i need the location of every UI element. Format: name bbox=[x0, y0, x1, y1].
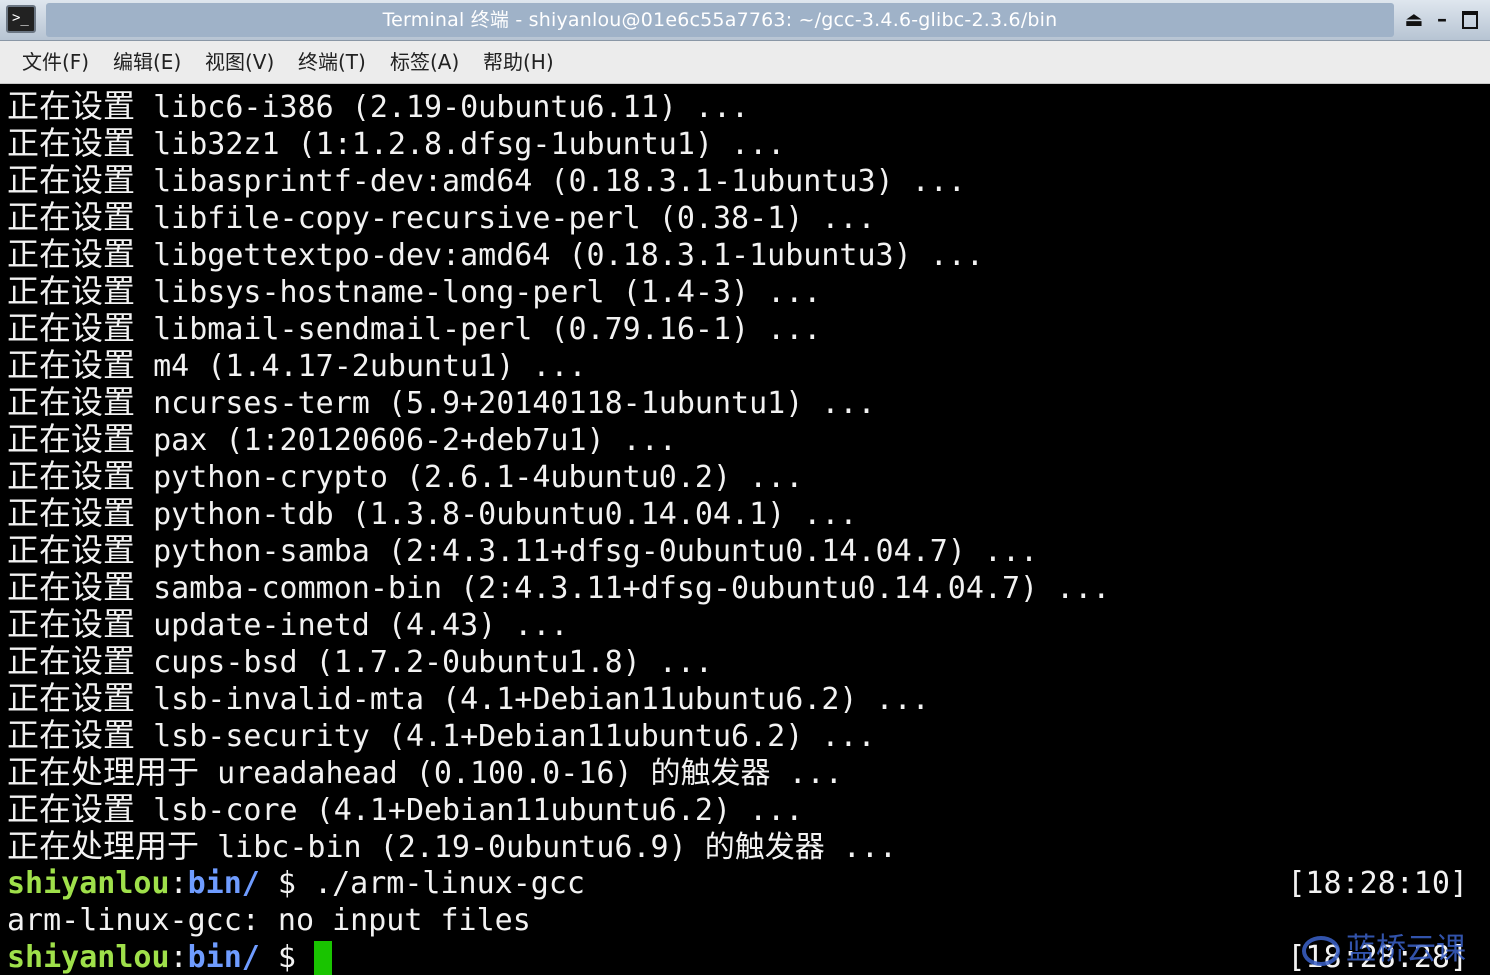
output-line: 正在设置 m4 (1.4.17-2ubuntu1) ... bbox=[7, 346, 587, 385]
prompt-symbol: $ bbox=[259, 866, 315, 901]
window-title: Terminal 终端 - shiyanlou@01e6c55a7763: ~/… bbox=[46, 3, 1394, 37]
prompt-glyph-icon: >_ bbox=[12, 10, 29, 26]
output-line: 正在设置 libmail-sendmail-perl (0.79.16-1) .… bbox=[7, 309, 822, 348]
output-line: 正在设置 libgettextpo-dev:amd64 (0.18.3.1-1u… bbox=[7, 235, 984, 274]
prompt-dir: bin/ bbox=[187, 866, 260, 901]
output-line: 正在设置 python-crypto (2.6.1-4ubuntu0.2) ..… bbox=[7, 457, 804, 496]
output-line: 正在设置 lib32z1 (1:1.2.8.dfsg-1ubuntu1) ... bbox=[7, 124, 786, 163]
prompt-separator: : bbox=[169, 940, 188, 975]
prompt-symbol: $ bbox=[259, 940, 315, 975]
active-prompt-line[interactable]: shiyanlou:bin/ $ bbox=[7, 939, 333, 975]
output-line: 正在设置 lsb-invalid-mta (4.1+Debian11ubuntu… bbox=[7, 679, 930, 718]
maximize-icon[interactable] bbox=[1457, 6, 1483, 32]
output-line: 正在设置 update-inetd (4.43) ... bbox=[7, 605, 569, 644]
menu-tabs[interactable]: 标签(A) bbox=[390, 41, 459, 83]
menu-terminal[interactable]: 终端(T) bbox=[298, 41, 366, 83]
output-line: 正在设置 lsb-security (4.1+Debian11ubuntu6.2… bbox=[7, 716, 876, 755]
output-line: 正在设置 python-tdb (1.3.8-0ubuntu0.14.04.1)… bbox=[7, 494, 858, 533]
output-line: 正在设置 libasprintf-dev:amd64 (0.18.3.1-1ub… bbox=[7, 161, 966, 200]
output-line: 正在设置 python-samba (2:4.3.11+dfsg-0ubuntu… bbox=[7, 531, 1039, 570]
prompt-dir: bin/ bbox=[187, 940, 260, 975]
output-line: 正在处理用于 libc-bin (2.19-0ubuntu6.9) 的触发器 .… bbox=[7, 827, 897, 866]
menu-edit[interactable]: 编辑(E) bbox=[113, 41, 181, 83]
prompt-command: ./arm-linux-gcc bbox=[314, 866, 585, 901]
terminal-output[interactable]: 正在设置 libc6-i386 (2.19-0ubuntu6.11) ... 正… bbox=[0, 84, 1490, 975]
title-bar[interactable]: >_ Terminal 终端 - shiyanlou@01e6c55a7763:… bbox=[0, 0, 1490, 41]
prompt-separator: : bbox=[169, 866, 188, 901]
terminal-window: >_ Terminal 终端 - shiyanlou@01e6c55a7763:… bbox=[0, 0, 1490, 975]
output-line: 正在设置 ncurses-term (5.9+20140118-1ubuntu1… bbox=[7, 383, 876, 422]
output-line: 正在设置 cups-bsd (1.7.2-0ubuntu1.8) ... bbox=[7, 642, 713, 681]
terminal-app-icon[interactable]: >_ bbox=[6, 5, 36, 33]
output-line: 正在设置 libfile-copy-recursive-perl (0.38-1… bbox=[7, 198, 876, 237]
output-line: 正在处理用于 ureadahead (0.100.0-16) 的触发器 ... bbox=[7, 753, 843, 792]
output-line: 正在设置 libsys-hostname-long-perl (1.4-3) .… bbox=[7, 272, 822, 311]
menu-help[interactable]: 帮助(H) bbox=[483, 41, 554, 83]
prompt-line: shiyanlou:bin/ $ ./arm-linux-gcc bbox=[7, 865, 585, 902]
prompt-timestamp: [18:28:10] bbox=[1287, 866, 1468, 901]
prompt-user: shiyanlou bbox=[7, 866, 170, 901]
output-line: 正在设置 libc6-i386 (2.19-0ubuntu6.11) ... bbox=[7, 87, 750, 126]
menu-bar: 文件(F) 编辑(E) 视图(V) 终端(T) 标签(A) 帮助(H) bbox=[0, 41, 1490, 84]
output-line: 正在设置 samba-common-bin (2:4.3.11+dfsg-0ub… bbox=[7, 568, 1111, 607]
minimize-icon[interactable]: – bbox=[1429, 6, 1455, 32]
menu-file[interactable]: 文件(F) bbox=[22, 41, 89, 83]
output-line: 正在设置 pax (1:20120606-2+deb7u1) ... bbox=[7, 420, 677, 459]
text-cursor[interactable] bbox=[314, 941, 333, 975]
shade-icon[interactable]: ⏏ bbox=[1401, 6, 1427, 32]
output-line: 正在设置 lsb-core (4.1+Debian11ubuntu6.2) ..… bbox=[7, 790, 804, 829]
watermark-logo: 蓝桥云课 bbox=[1302, 928, 1482, 972]
lanqiao-logo-icon bbox=[1302, 935, 1340, 966]
prompt-user: shiyanlou bbox=[7, 940, 170, 975]
watermark-text: 蓝桥云课 bbox=[1346, 932, 1466, 967]
menu-view[interactable]: 视图(V) bbox=[205, 41, 274, 83]
error-output-line: arm-linux-gcc: no input files bbox=[7, 903, 531, 938]
